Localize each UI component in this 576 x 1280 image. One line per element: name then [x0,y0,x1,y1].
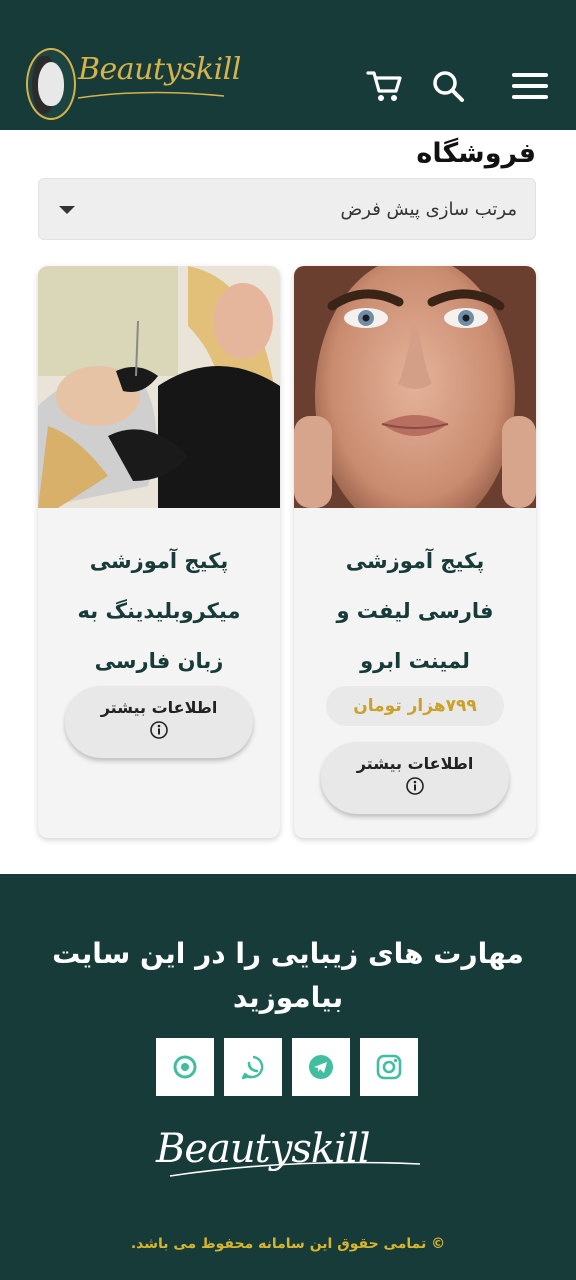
social-links [156,1038,418,1096]
page-title: فروشگاه [416,138,536,169]
aparat-icon[interactable] [156,1038,214,1096]
product-image[interactable] [38,266,280,508]
info-icon [406,777,424,799]
whatsapp-icon[interactable] [224,1038,282,1096]
cart-icon[interactable] [362,64,406,108]
product-title[interactable]: پکیج آموزشی فارسی لیفت و لمینت ابرو [306,536,524,686]
info-icon [150,721,168,743]
copyright-text: © تمامی حقوق این سامانه محفوظ می باشد. [130,1236,446,1252]
more-info-button[interactable]: اطلاعات بیشتر [321,742,509,814]
product-image[interactable] [294,266,536,508]
logo-swoosh [77,91,225,99]
more-info-label: اطلاعات بیشتر [356,754,474,773]
telegram-icon[interactable] [292,1038,350,1096]
logo-emblem [26,48,76,120]
site-header: Beautyskill [0,0,576,130]
product-title[interactable]: پکیج آموزشی میکروبلیدینگ به زبان فارسی [50,536,268,686]
footer-logo[interactable]: Beautyskill [150,1118,426,1194]
more-info-button[interactable]: اطلاعات بیشتر [65,686,253,758]
logo-text: Beautyskill [78,52,241,87]
caret-down-icon [59,206,75,214]
footer-logo-swoosh [169,1161,421,1177]
product-card[interactable]: پکیج آموزشی فارسی لیفت و لمینت ابرو ۷۹۹ه… [294,266,536,838]
product-price: ۷۹۹هزار تومان [326,686,504,726]
product-card[interactable]: پکیج آموزشی میکروبلیدینگ به زبان فارسی ا… [38,266,280,838]
site-logo[interactable]: Beautyskill [22,46,241,126]
instagram-icon[interactable] [360,1038,418,1096]
site-footer: مهارت های زیبایی را در این سایت بیاموزید [0,874,576,1280]
footer-heading: مهارت های زیبایی را در این سایت بیاموزید [52,937,524,1014]
sort-dropdown[interactable]: مرتب سازی پیش فرض [38,178,536,240]
sort-selected-value: مرتب سازی پیش فرض [340,199,517,220]
search-icon[interactable] [426,64,470,108]
more-info-label: اطلاعات بیشتر [100,698,218,717]
menu-icon[interactable] [508,64,552,108]
